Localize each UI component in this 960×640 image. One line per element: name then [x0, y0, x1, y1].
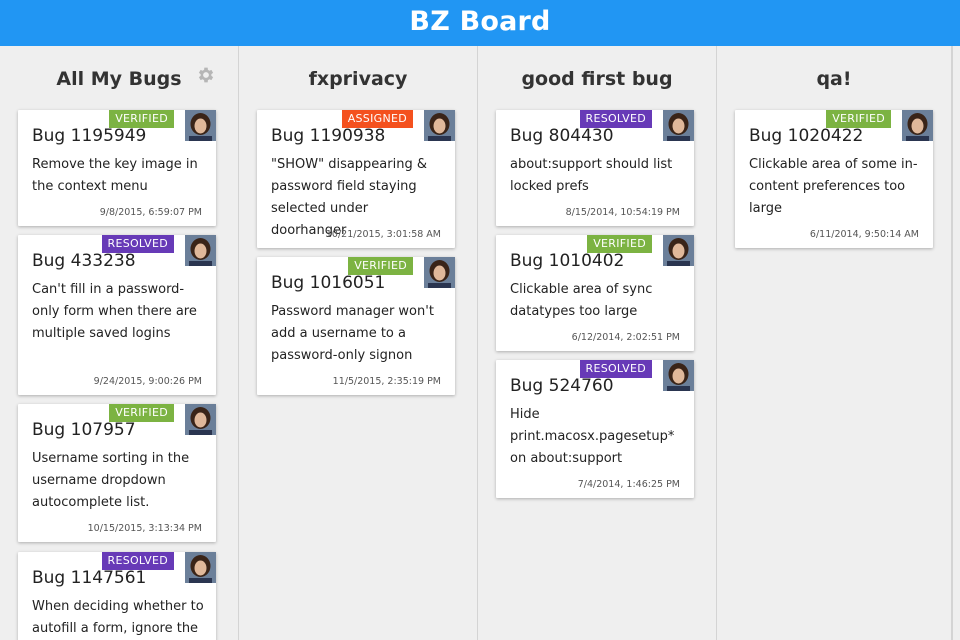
avatar: [424, 110, 455, 141]
column-title: qa!: [816, 68, 852, 90]
app-title: BZ Board: [409, 5, 551, 37]
column-all-my-bugs: All My Bugs VERIFIED Bug 1195949 Remove …: [0, 46, 239, 640]
bug-summary: Username sorting in the username dropdow…: [32, 451, 190, 510]
bug-id[interactable]: Bug 1020422: [749, 126, 863, 146]
bug-id[interactable]: Bug 524760: [510, 376, 614, 396]
bug-summary: Can't fill in a password-only form when …: [32, 282, 197, 341]
bug-date: 7/4/2014, 1:46:25 PM: [577, 479, 680, 490]
bug-card[interactable]: ASSIGNED Bug 1190938 "SHOW" disappearing…: [257, 110, 455, 248]
app-header: BZ Board: [0, 0, 960, 46]
bug-card[interactable]: VERIFIED Bug 1020422 Clickable area of s…: [735, 110, 933, 248]
bug-summary: Remove the key image in the context menu: [32, 157, 198, 194]
avatar: [185, 552, 216, 583]
bug-card[interactable]: VERIFIED Bug 107957 Username sorting in …: [18, 404, 216, 542]
column-edge: [952, 46, 960, 640]
avatar: [424, 257, 455, 288]
avatar: [663, 110, 694, 141]
bug-card[interactable]: RESOLVED Bug 524760 Hide print.macosx.pa…: [496, 360, 694, 498]
bug-card[interactable]: RESOLVED Bug 804430 about:support should…: [496, 110, 694, 226]
bug-summary: about:support should list locked prefs: [510, 157, 673, 194]
bug-date: 6/12/2014, 2:02:51 PM: [571, 332, 680, 343]
bug-id[interactable]: Bug 1147561: [32, 568, 146, 588]
bug-card[interactable]: VERIFIED Bug 1195949 Remove the key imag…: [18, 110, 216, 226]
bug-date: 8/15/2014, 10:54:19 PM: [565, 207, 680, 218]
board: All My Bugs VERIFIED Bug 1195949 Remove …: [0, 46, 960, 640]
bug-date: 9/8/2015, 6:59:07 PM: [99, 207, 202, 218]
avatar: [185, 235, 216, 266]
avatar: [185, 110, 216, 141]
bug-id[interactable]: Bug 804430: [510, 126, 614, 146]
column-good-first-bug: good first bug RESOLVED Bug 804430 about…: [478, 46, 717, 640]
bug-date: 6/11/2014, 9:50:14 AM: [809, 229, 919, 240]
gear-icon[interactable]: [196, 65, 216, 85]
bug-card[interactable]: VERIFIED Bug 1010402 Clickable area of s…: [496, 235, 694, 351]
bug-summary: Password manager won't add a username to…: [271, 304, 434, 363]
bug-id[interactable]: Bug 1016051: [271, 273, 385, 293]
column-title: good first bug: [521, 68, 673, 90]
bug-summary: Clickable area of sync datatypes too lar…: [510, 282, 653, 319]
bug-summary: Hide print.macosx.pagesetup* on about:su…: [510, 407, 675, 466]
bug-id[interactable]: Bug 1010402: [510, 251, 624, 271]
avatar: [663, 235, 694, 266]
bug-date: 9/24/2015, 9:00:26 PM: [93, 376, 202, 387]
bug-id[interactable]: Bug 107957: [32, 420, 136, 440]
bug-summary: When deciding whether to autofill a form…: [32, 599, 204, 636]
column-title: fxprivacy: [308, 68, 408, 90]
bug-date: 10/21/2015, 3:01:58 AM: [325, 229, 441, 240]
avatar: [185, 404, 216, 435]
bug-id[interactable]: Bug 1190938: [271, 126, 385, 146]
bug-card[interactable]: RESOLVED Bug 1147561 When deciding wheth…: [18, 552, 216, 640]
column-qa: qa! VERIFIED Bug 1020422 Clickable area …: [717, 46, 952, 640]
bug-id[interactable]: Bug 1195949: [32, 126, 146, 146]
bug-summary: Clickable area of some in-content prefer…: [749, 157, 918, 216]
bug-date: 10/15/2015, 3:13:34 PM: [87, 523, 202, 534]
bug-card[interactable]: RESOLVED Bug 433238 Can't fill in a pass…: [18, 235, 216, 395]
column-fxprivacy: fxprivacy ASSIGNED Bug 1190938 "SHOW" di…: [239, 46, 478, 640]
avatar: [663, 360, 694, 391]
avatar: [902, 110, 933, 141]
bug-card[interactable]: VERIFIED Bug 1016051 Password manager wo…: [257, 257, 455, 395]
bug-date: 11/5/2015, 2:35:19 PM: [332, 376, 441, 387]
bug-id[interactable]: Bug 433238: [32, 251, 136, 271]
